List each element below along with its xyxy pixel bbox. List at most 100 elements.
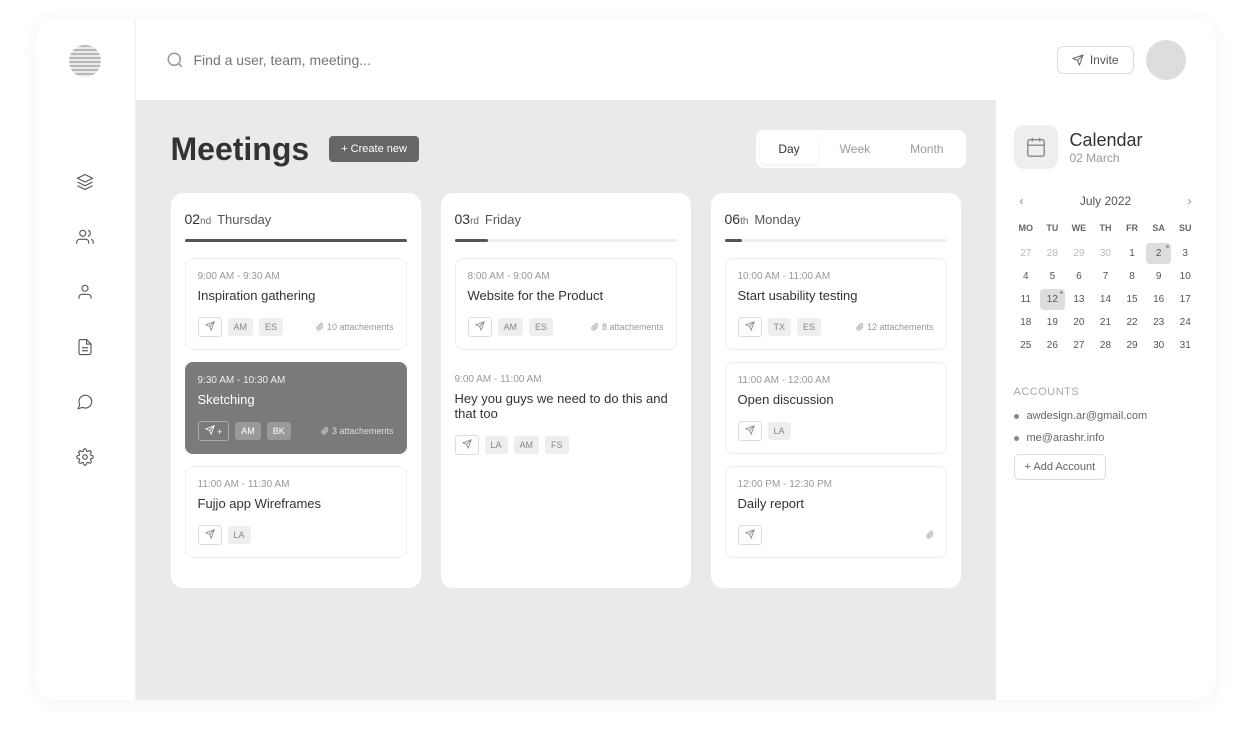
send-icon[interactable] (198, 525, 222, 545)
meeting-card[interactable]: 9:00 AM - 11:00 AM Hey you guys we need … (455, 362, 677, 467)
day-column: 03rd Friday 8:00 AM - 9:00 AM Website fo… (441, 193, 691, 588)
add-account-button[interactable]: + Add Account (1014, 454, 1107, 480)
send-icon[interactable] (455, 435, 479, 455)
send-icon[interactable] (468, 317, 492, 337)
calendar-day[interactable]: 12 (1040, 289, 1065, 310)
meeting-card[interactable]: 11:00 AM - 11:30 AM Fujjo app Wireframes… (185, 466, 407, 558)
chat-icon[interactable] (75, 392, 95, 412)
calendar-day[interactable]: 13 (1067, 289, 1092, 310)
calendar-subtitle: 02 March (1070, 151, 1143, 165)
settings-icon[interactable] (75, 447, 95, 467)
calendar-day[interactable]: 27 (1067, 335, 1092, 356)
send-icon[interactable] (738, 317, 762, 337)
avatar[interactable] (1146, 40, 1186, 80)
calendar-day[interactable]: 23 (1146, 312, 1171, 333)
calendar-day[interactable]: 30 (1146, 335, 1171, 356)
day-column: 02nd Thursday 9:00 AM - 9:30 AM Inspirat… (171, 193, 421, 588)
send-icon[interactable]: + (198, 421, 230, 441)
document-icon[interactable] (75, 337, 95, 357)
meeting-footer: LA (738, 421, 934, 441)
participant-tag: LA (228, 526, 251, 544)
meeting-footer: AMES 10 attachements (198, 317, 394, 337)
calendar-day[interactable]: 18 (1014, 312, 1039, 333)
meeting-title: Fujjo app Wireframes (198, 496, 394, 511)
calendar-day[interactable]: 3 (1173, 243, 1198, 264)
calendar-day[interactable]: 5 (1040, 266, 1065, 287)
attachment-icon (926, 530, 934, 540)
participant-tag: ES (797, 318, 821, 336)
content: Meetings + Create new Day Week Month 02n… (136, 100, 1216, 700)
meetings-pane: Meetings + Create new Day Week Month 02n… (171, 130, 966, 670)
calendar-day[interactable]: 28 (1040, 243, 1065, 264)
prev-month[interactable]: ‹ (1014, 194, 1030, 208)
calendar-day[interactable]: 8 (1120, 266, 1145, 287)
next-month[interactable]: › (1182, 194, 1198, 208)
invite-button[interactable]: Invite (1057, 46, 1134, 74)
search-input[interactable] (194, 52, 494, 68)
account-email: me@arashr.info (1027, 432, 1105, 444)
calendar-day[interactable]: 19 (1040, 312, 1065, 333)
calendar-day[interactable]: 26 (1040, 335, 1065, 356)
main: Invite Meetings + Create new Day Week Mo… (136, 20, 1216, 700)
calendar-day[interactable]: 27 (1014, 243, 1039, 264)
meeting-card[interactable]: 9:30 AM - 10:30 AM Sketching + AMBK 3 at… (185, 362, 407, 454)
meeting-card[interactable]: 12:00 PM - 12:30 PM Daily report (725, 466, 947, 558)
send-icon[interactable] (738, 525, 762, 545)
view-month[interactable]: Month (892, 134, 961, 164)
calendar-day[interactable]: 16 (1146, 289, 1171, 310)
calendar-day[interactable]: 14 (1093, 289, 1118, 310)
user-icon[interactable] (75, 282, 95, 302)
progress-bar (725, 239, 947, 242)
calendar-day[interactable]: 22 (1120, 312, 1145, 333)
calendar-day[interactable]: 20 (1067, 312, 1092, 333)
meeting-card[interactable]: 9:00 AM - 9:30 AM Inspiration gathering … (185, 258, 407, 350)
calendar-day[interactable]: 15 (1120, 289, 1145, 310)
page-title: Meetings (171, 131, 310, 168)
calendar-day[interactable]: 24 (1173, 312, 1198, 333)
participant-tag: ES (259, 318, 283, 336)
calendar-day[interactable]: 31 (1173, 335, 1198, 356)
send-icon (1072, 54, 1084, 66)
send-icon[interactable] (198, 317, 222, 337)
account-item[interactable]: me@arashr.info (1014, 432, 1198, 444)
day-column: 06th Monday 10:00 AM - 11:00 AM Start us… (711, 193, 961, 588)
search-icon (166, 51, 184, 69)
create-button[interactable]: + Create new (329, 136, 419, 162)
meeting-title: Inspiration gathering (198, 288, 394, 303)
calendar-day[interactable]: 6 (1067, 266, 1092, 287)
calendar-day[interactable]: 25 (1014, 335, 1039, 356)
meeting-card[interactable]: 10:00 AM - 11:00 AM Start usability test… (725, 258, 947, 350)
participant-tag: TX (768, 318, 792, 336)
meeting-card[interactable]: 11:00 AM - 12:00 AM Open discussion LA (725, 362, 947, 454)
meeting-title: Website for the Product (468, 288, 664, 303)
calendar-day[interactable]: 9 (1146, 266, 1171, 287)
calendar-day[interactable]: 7 (1093, 266, 1118, 287)
participant-tag: AM (498, 318, 524, 336)
account-email: awdesign.ar@gmail.com (1027, 410, 1148, 422)
send-icon[interactable] (738, 421, 762, 441)
calendar-day[interactable]: 21 (1093, 312, 1118, 333)
calendar-day[interactable]: 30 (1093, 243, 1118, 264)
calendar-day[interactable]: 2 (1146, 243, 1171, 264)
calendar-day[interactable]: 28 (1093, 335, 1118, 356)
meeting-time: 8:00 AM - 9:00 AM (468, 271, 664, 282)
users-icon[interactable] (75, 227, 95, 247)
view-day[interactable]: Day (760, 134, 817, 164)
account-item[interactable]: awdesign.ar@gmail.com (1014, 410, 1198, 422)
layers-icon[interactable] (75, 172, 95, 192)
calendar-day[interactable]: 29 (1067, 243, 1092, 264)
calendar-day[interactable]: 4 (1014, 266, 1039, 287)
meeting-title: Open discussion (738, 392, 934, 407)
calendar-day[interactable]: 1 (1120, 243, 1145, 264)
calendar-day[interactable]: 10 (1173, 266, 1198, 287)
attachment-count: 12 attachements (856, 322, 934, 332)
calendar-panel: Calendar 02 March ‹ July 2022 › MOTUWETH… (996, 100, 1216, 700)
app-window: Invite Meetings + Create new Day Week Mo… (36, 20, 1216, 700)
calendar-day[interactable]: 29 (1120, 335, 1145, 356)
meeting-time: 9:30 AM - 10:30 AM (198, 375, 394, 386)
view-week[interactable]: Week (822, 134, 888, 164)
meeting-card[interactable]: 8:00 AM - 9:00 AM Website for the Produc… (455, 258, 677, 350)
calendar-day[interactable]: 17 (1173, 289, 1198, 310)
calendar-day[interactable]: 11 (1014, 289, 1039, 310)
meeting-time: 11:00 AM - 12:00 AM (738, 375, 934, 386)
